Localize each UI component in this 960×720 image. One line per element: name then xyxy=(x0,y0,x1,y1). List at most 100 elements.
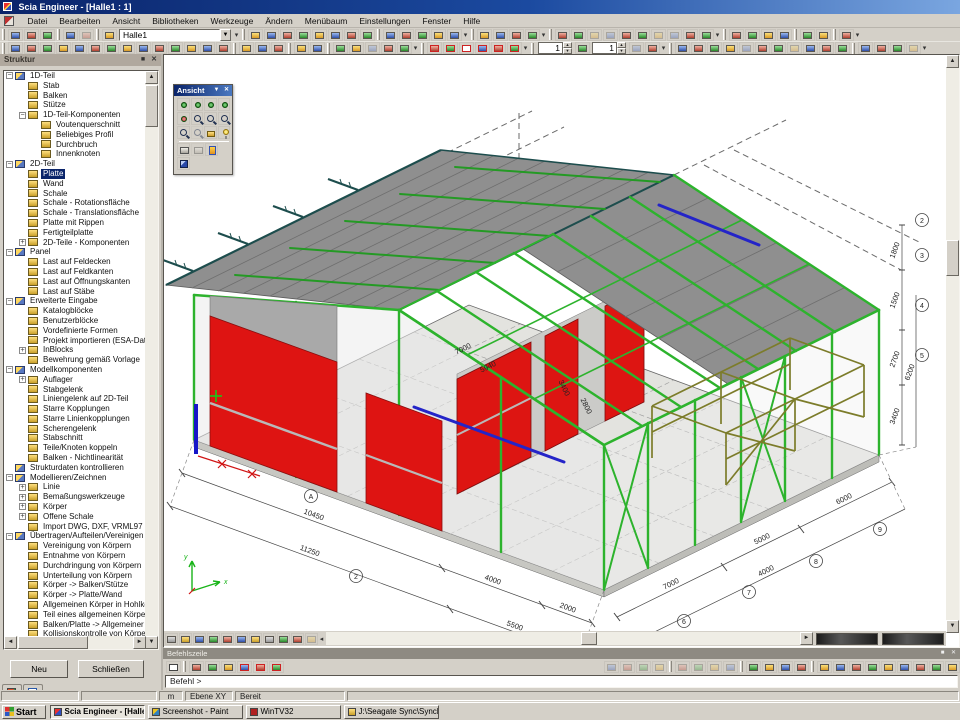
close-icon[interactable]: ✕ xyxy=(149,55,159,65)
command-input[interactable]: Befehl > xyxy=(165,675,958,688)
axo-view-icon[interactable] xyxy=(193,633,206,645)
layer-manager-icon[interactable] xyxy=(629,42,644,54)
cursor-snap7-icon[interactable] xyxy=(913,661,928,673)
tree-item[interactable]: Teil eines allgemeinen Körpers zu B... xyxy=(4,610,146,620)
tree-item[interactable]: Last auf Öffnungskanten xyxy=(4,277,146,287)
lightbulb-icon[interactable] xyxy=(218,126,231,139)
zoom-extent-icon[interactable] xyxy=(397,42,412,54)
clip2-icon[interactable] xyxy=(179,633,192,645)
activity-icon[interactable] xyxy=(575,42,590,54)
line-grid-icon[interactable] xyxy=(778,661,793,673)
scroll-thumb[interactable] xyxy=(18,636,88,649)
tree-item[interactable]: Vordefinierte Formen xyxy=(4,326,146,336)
view-axonometric-icon[interactable] xyxy=(218,98,231,111)
close-icon[interactable]: ✕ xyxy=(222,86,231,95)
menu-ansicht[interactable]: Ansicht xyxy=(106,14,146,28)
snap-line3-icon[interactable] xyxy=(269,661,284,673)
tree-item[interactable]: Katalogblöcke xyxy=(4,306,146,316)
zoom-window-icon[interactable] xyxy=(218,112,231,125)
scroll-up-icon[interactable]: ▲ xyxy=(145,71,158,84)
tree-item[interactable]: −Modellieren/Zeichnen xyxy=(4,473,146,483)
select-by-prop-icon[interactable] xyxy=(255,42,270,54)
schliessen-button[interactable]: Schließen xyxy=(78,660,144,678)
undo-icon[interactable] xyxy=(63,29,78,41)
close-icon[interactable]: ✕ xyxy=(949,649,958,658)
grid-icon[interactable] xyxy=(104,42,119,54)
rendering-icon[interactable] xyxy=(723,42,738,54)
tree-item[interactable]: Scherengelenk xyxy=(4,424,146,434)
member-display-icon[interactable] xyxy=(691,42,706,54)
scroll-down-icon[interactable]: ▼ xyxy=(145,636,158,649)
tree-expander-icon[interactable]: + xyxy=(19,494,26,501)
cursor-snap4-icon[interactable] xyxy=(865,661,880,673)
binocular-add-icon[interactable] xyxy=(310,42,325,54)
select-by-cursor-icon[interactable] xyxy=(239,42,254,54)
pin-icon[interactable]: ■ xyxy=(938,649,947,658)
tree-item[interactable]: Projekt importieren (ESA-Datei) xyxy=(4,336,146,346)
scroll-thumb[interactable] xyxy=(145,85,158,127)
tree-item[interactable]: Durchdringung von Körpern xyxy=(4,561,146,571)
sun-icon[interactable] xyxy=(200,42,215,54)
info-icon[interactable] xyxy=(525,29,540,41)
menu-einstellungen[interactable]: Einstellungen xyxy=(353,14,416,28)
activity-spinner[interactable]: 1 ▲▼ xyxy=(538,42,572,54)
cursor-arrow-icon[interactable] xyxy=(166,661,181,673)
tree-expander-icon[interactable]: + xyxy=(19,503,26,510)
units-icon[interactable] xyxy=(184,42,199,54)
drawing-canvas[interactable]: 10450 4000 2000 11250 5500 7000 5000 600… xyxy=(163,54,960,648)
scroll-thumb[interactable] xyxy=(946,240,959,276)
taskbar-task[interactable]: Screenshot - Paint xyxy=(148,705,243,719)
view-front-icon[interactable] xyxy=(555,29,570,41)
close-poly-icon[interactable] xyxy=(652,661,667,673)
taskbar-task[interactable]: J:\Seagate Sync\SyncRe... xyxy=(344,705,439,719)
perspective-cube-icon[interactable] xyxy=(177,157,190,170)
ansicht-palette-header[interactable]: Ansicht ▼ ✕ xyxy=(174,85,232,96)
project-combo-value[interactable]: Halle1 xyxy=(119,29,220,41)
draw-line-icon[interactable] xyxy=(427,42,442,54)
vertex1-icon[interactable] xyxy=(675,661,690,673)
open-icon[interactable] xyxy=(24,29,39,41)
catalog-icon[interactable] xyxy=(280,29,295,41)
menu-fenster[interactable]: Fenster xyxy=(416,14,457,28)
zoom-minus-icon[interactable] xyxy=(349,42,364,54)
clipboard-icon[interactable] xyxy=(312,29,327,41)
deselect-icon[interactable] xyxy=(271,42,286,54)
tree-expander-icon[interactable]: + xyxy=(19,376,26,383)
tree-item[interactable]: Teile/Knoten koppeln xyxy=(4,443,146,453)
scroll-right-icon[interactable]: ► xyxy=(133,636,146,649)
tree-expander-icon[interactable]: − xyxy=(6,474,13,481)
tree-item[interactable]: Starre Kopplungen xyxy=(4,404,146,414)
mountain-icon[interactable] xyxy=(263,633,276,645)
tree-item[interactable]: Entnahme von Körpern xyxy=(4,551,146,561)
format-brush-icon[interactable] xyxy=(56,42,71,54)
zoom-plus-icon[interactable] xyxy=(333,42,348,54)
section-icon[interactable] xyxy=(72,42,87,54)
toolbar-overflow-icon[interactable]: ▾ xyxy=(540,31,547,39)
toolbar-overflow-icon[interactable]: ▾ xyxy=(660,44,667,52)
tree-expander-icon[interactable]: − xyxy=(6,72,13,79)
save-icon[interactable] xyxy=(40,29,55,41)
tree-item[interactable]: +2D-Teile - Komponenten xyxy=(4,238,146,248)
view-front-icon[interactable] xyxy=(177,98,190,111)
paste-icon[interactable] xyxy=(8,42,23,54)
columns-icon[interactable] xyxy=(235,633,248,645)
toolbar-overflow-icon[interactable]: ▾ xyxy=(714,31,721,39)
shading-icon[interactable] xyxy=(755,42,770,54)
coord-icon[interactable] xyxy=(168,42,183,54)
tree-item[interactable]: +Bemaßungswerkzeuge xyxy=(4,492,146,502)
cleaner-icon[interactable] xyxy=(296,29,311,41)
tree-item[interactable]: Stütze xyxy=(4,100,146,110)
toolbar-overflow-icon[interactable]: ▾ xyxy=(921,44,928,52)
cursor-snap3-icon[interactable] xyxy=(849,661,864,673)
tree-item[interactable]: Last auf Stäbe xyxy=(4,287,146,297)
tree-item[interactable]: Durchbruch xyxy=(4,140,146,150)
snap-perpendicular-icon[interactable] xyxy=(221,661,236,673)
pin-icon[interactable]: ■ xyxy=(138,55,148,65)
view-side-icon[interactable] xyxy=(191,98,204,111)
toolbar-overflow-icon[interactable]: ▾ xyxy=(854,31,861,39)
paperplane-icon[interactable] xyxy=(447,29,462,41)
activity-spinner-value[interactable]: 1 xyxy=(538,42,563,54)
tree-item[interactable]: Innenknoten xyxy=(4,149,146,159)
tree-item[interactable]: Liniengelenk auf 2D-Teil xyxy=(4,394,146,404)
camera-icon[interactable] xyxy=(191,143,204,156)
